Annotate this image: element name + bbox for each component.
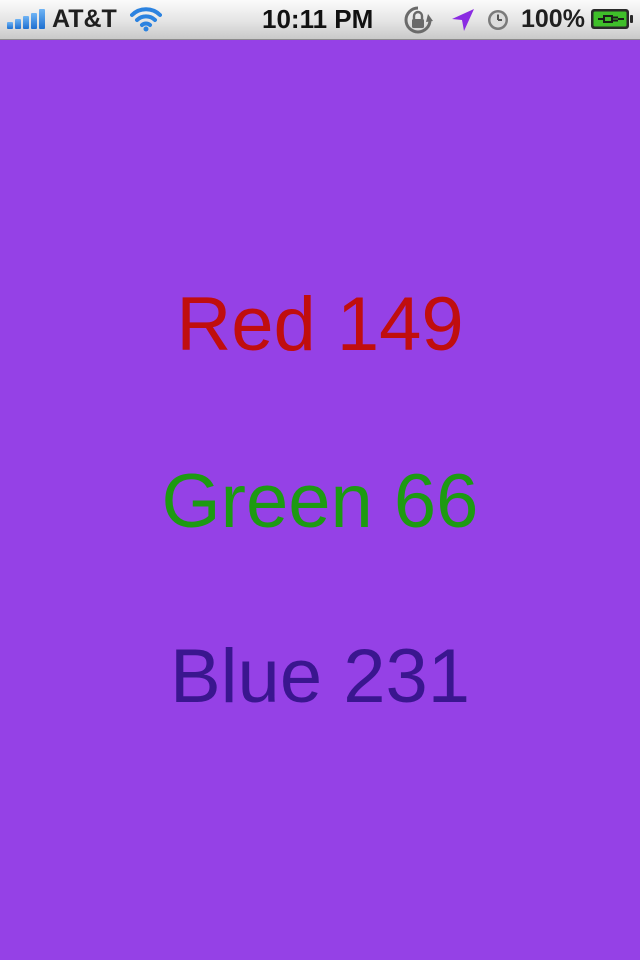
battery-charging-icon [591,9,633,29]
signal-bars-icon [7,9,45,29]
location-arrow-icon [452,9,474,31]
rotation-lock-icon [404,6,433,34]
battery-percent: 100% [521,5,585,33]
blue-value-label: Blue 231 [169,634,471,719]
status-time: 10:11 PM [262,4,374,34]
red-value-label: Red 149 [176,282,464,367]
carrier-name: AT&T [52,5,117,33]
status-bar: AT&T 10:11 PM 100% [0,0,640,40]
wifi-icon [130,7,162,32]
alarm-clock-icon [488,10,508,30]
green-value-label: Green 66 [161,459,479,544]
app-screen: AT&T 10:11 PM 100% Red 149 Green 66 Blue… [0,0,640,960]
